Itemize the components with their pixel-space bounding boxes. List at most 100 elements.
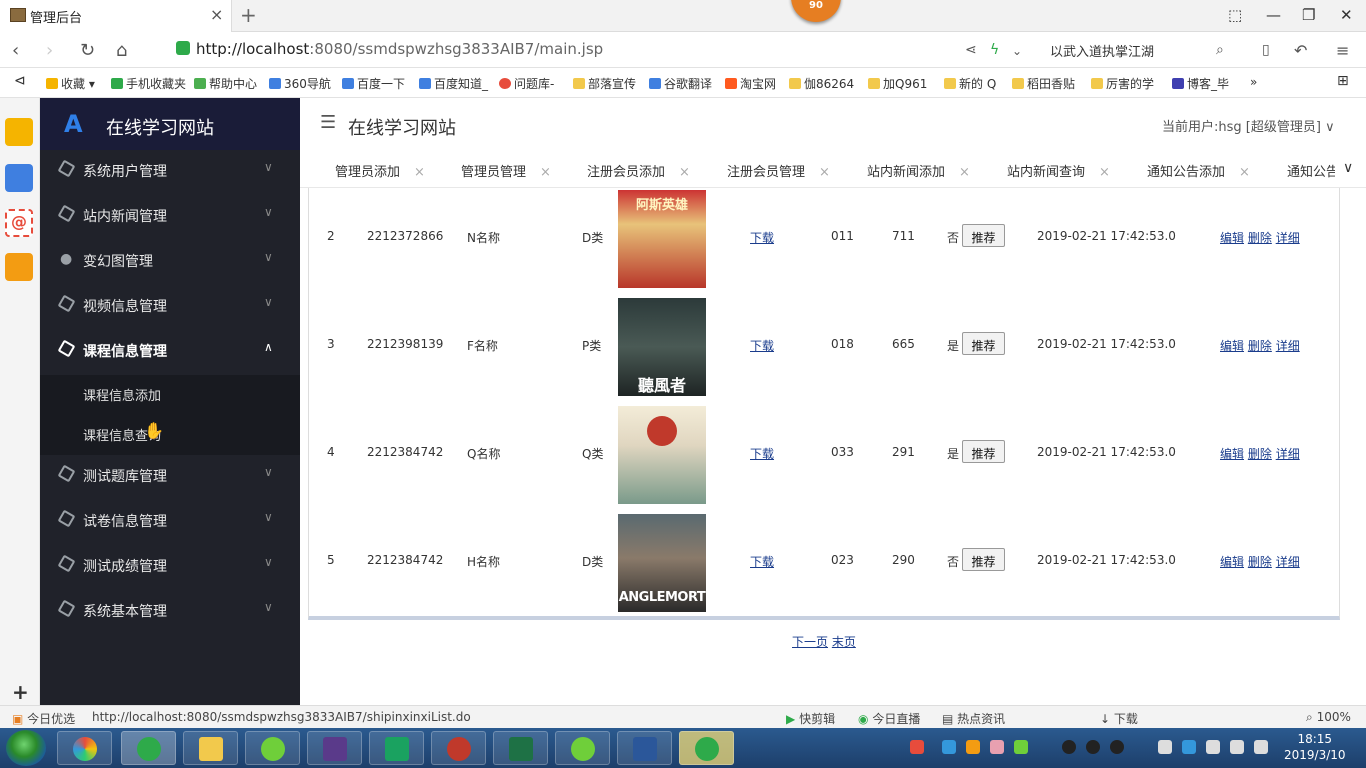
detail-link[interactable]: 详细 <box>1276 555 1300 569</box>
system-clock[interactable]: 18:15 2019/3/10 <box>1284 731 1346 763</box>
power-icon[interactable] <box>1254 740 1268 754</box>
delete-link[interactable]: 删除 <box>1248 447 1272 461</box>
taskbar-app[interactable] <box>307 731 362 765</box>
tab-notice-add[interactable]: 通知公告添加 × <box>1147 161 1250 180</box>
tab-close-icon[interactable]: × <box>679 165 690 180</box>
taskbar-app[interactable] <box>431 731 486 765</box>
bookmark-item[interactable]: 厉害的学 <box>1091 75 1154 92</box>
download-link[interactable]: 下载 <box>750 553 774 570</box>
taskbar-app[interactable] <box>617 731 672 765</box>
live-today[interactable]: ◉ 今日直播 <box>858 710 920 727</box>
last-page-link[interactable]: 末页 <box>832 635 856 649</box>
tab-admin-add[interactable]: 管理员添加 × <box>335 161 425 180</box>
weibo-icon[interactable] <box>5 253 33 281</box>
undo-icon[interactable]: ↶ <box>1294 41 1307 60</box>
bookmark-item[interactable]: 博客_毕 <box>1172 75 1229 92</box>
tab-close-icon[interactable]: × <box>414 165 425 180</box>
bluetooth-icon[interactable] <box>1158 740 1172 754</box>
sidebar-item-course[interactable]: 课程信息管理 ∧ <box>40 328 300 373</box>
tray-icon[interactable] <box>910 740 924 754</box>
tab-close-icon[interactable]: × <box>540 165 551 180</box>
bookmark-item[interactable]: 伽86264 <box>789 75 854 92</box>
download-link[interactable]: 下载 <box>750 229 774 246</box>
recommend-button[interactable]: 推荐 <box>962 332 1005 355</box>
signal-icon[interactable] <box>1206 740 1220 754</box>
qq-icon[interactable] <box>1110 740 1124 754</box>
bookmark-item[interactable]: 谷歌翻译 <box>649 75 712 92</box>
score-badge[interactable]: 90 <box>791 0 841 22</box>
menu-icon[interactable]: ≡ <box>1336 41 1349 60</box>
tab-news-query[interactable]: 站内新闻查询 × <box>1007 161 1110 180</box>
taskbar-app[interactable] <box>493 731 548 765</box>
bookmark-item[interactable]: 百度一下 <box>342 75 405 92</box>
more-bookmarks-icon[interactable]: » <box>1250 75 1257 89</box>
sidebar-item-carousel[interactable]: ● 变幻图管理 ∨ <box>40 238 300 283</box>
qq-icon[interactable] <box>1086 740 1100 754</box>
tab-close-icon[interactable]: × <box>1239 165 1250 180</box>
bookmark-item[interactable]: 加Q961 <box>868 75 927 92</box>
share-icon[interactable]: ⋖ <box>965 42 977 58</box>
tab-news-add[interactable]: 站内新闻添加 × <box>867 161 970 180</box>
taskbar-app[interactable] <box>679 731 734 765</box>
tab-close-icon[interactable]: × <box>959 165 970 180</box>
add-icon[interactable]: + <box>12 680 29 704</box>
tab-close-icon[interactable]: × <box>210 5 223 24</box>
sidebar-item-paper[interactable]: 试卷信息管理 ∨ <box>40 498 300 543</box>
close-icon[interactable]: ✕ <box>1340 6 1353 24</box>
refresh-icon[interactable]: ↻ <box>80 40 95 61</box>
tray-icon[interactable] <box>942 740 956 754</box>
lightning-icon[interactable]: ϟ <box>990 42 999 58</box>
detail-link[interactable]: 详细 <box>1276 231 1300 245</box>
bookmark-item[interactable]: 百度知道_ <box>419 75 488 92</box>
sidebar-item-news[interactable]: 站内新闻管理 ∨ <box>40 193 300 238</box>
minimize-icon[interactable]: — <box>1266 6 1281 24</box>
tab-member-add[interactable]: 注册会员添加 × <box>587 161 690 180</box>
submenu-item-course-add[interactable]: 课程信息添加 <box>83 385 161 404</box>
taskbar-app[interactable] <box>369 731 424 765</box>
chevron-down-icon[interactable]: ⌄ <box>1012 44 1022 58</box>
tray-icon[interactable] <box>966 740 980 754</box>
apps-icon[interactable]: ⊞ <box>1337 73 1349 89</box>
qq-icon[interactable] <box>1062 740 1076 754</box>
tray-icon[interactable] <box>1014 740 1028 754</box>
hot-news[interactable]: ▤ 热点资讯 <box>942 710 1005 727</box>
edit-link[interactable]: 编辑 <box>1220 447 1244 461</box>
search-input[interactable]: 以武入道执掌江湖 <box>1050 41 1154 60</box>
tab-close-icon[interactable]: × <box>819 165 830 180</box>
new-tab-button[interactable]: + <box>240 3 257 27</box>
forward-icon[interactable]: › <box>46 40 53 61</box>
detail-link[interactable]: 详细 <box>1276 447 1300 461</box>
bookmark-item[interactable]: 稻田香贴 <box>1012 75 1075 92</box>
volume-icon[interactable] <box>1230 740 1244 754</box>
downloads[interactable]: ↓ 下载 <box>1100 710 1138 727</box>
bookmark-item[interactable]: 问题库- <box>499 75 554 92</box>
tab-member-manage[interactable]: 注册会员管理 × <box>727 161 830 180</box>
tabs-more-icon[interactable]: ∨ <box>1343 160 1353 176</box>
bookmark-item[interactable]: 收藏 ▾ <box>46 75 95 92</box>
taskbar-app[interactable] <box>121 731 176 765</box>
bookmark-item[interactable]: 手机收藏夹 <box>111 75 186 92</box>
sidebar-item-score[interactable]: 测试成绩管理 ∨ <box>40 543 300 588</box>
list-icon[interactable] <box>5 164 33 192</box>
delete-link[interactable]: 删除 <box>1248 555 1272 569</box>
delete-link[interactable]: 删除 <box>1248 231 1272 245</box>
next-page-link[interactable]: 下一页 <box>792 635 828 649</box>
back-icon[interactable]: ‹ <box>12 40 19 61</box>
edit-link[interactable]: 编辑 <box>1220 231 1244 245</box>
url-field[interactable]: http://localhost:8080/ssmdspwzhsg3833AIB… <box>176 40 603 58</box>
current-user-menu[interactable]: 当前用户:hsg [超级管理员] ∨ <box>1162 116 1335 135</box>
search-icon[interactable]: ⌕ <box>1216 42 1224 58</box>
bookmark-item[interactable]: 360导航 <box>269 75 331 92</box>
sidebar-item-system-users[interactable]: 系统用户管理 ∨ <box>40 148 300 193</box>
tab-notice[interactable]: 通知公告 <box>1287 161 1335 180</box>
taskbar-app[interactable] <box>555 731 610 765</box>
quick-edit[interactable]: ▶ 快剪辑 <box>786 710 835 727</box>
bookmark-item[interactable]: 新的 Q <box>944 75 996 92</box>
tab-close-icon[interactable]: × <box>1099 165 1110 180</box>
delete-link[interactable]: 删除 <box>1248 339 1272 353</box>
phone-icon[interactable]: ▯ <box>1262 42 1270 58</box>
recommend-button[interactable]: 推荐 <box>962 440 1005 463</box>
taskbar-app[interactable] <box>183 731 238 765</box>
bookmark-item[interactable]: 帮助中心 <box>194 75 257 92</box>
today-picks[interactable]: ▣ 今日优选 <box>12 710 75 727</box>
